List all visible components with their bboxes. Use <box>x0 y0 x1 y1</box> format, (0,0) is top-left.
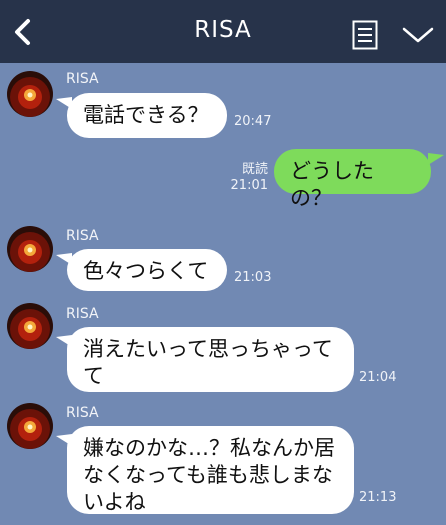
message-text-line: 嫌なのかな…？私なんか居 <box>83 436 335 460</box>
message-bubble[interactable]: 消えたいって思っちゃって て <box>67 327 354 392</box>
message-text-line: て <box>83 364 104 388</box>
read-receipt: 既読 21:01 <box>230 162 268 193</box>
sender-name: RISA <box>66 405 99 421</box>
chevron-down-icon[interactable] <box>401 24 435 46</box>
sender-name: RISA <box>66 228 99 244</box>
bubble-tail <box>428 153 444 165</box>
message-bubble[interactable]: 色々つらくて <box>67 249 227 291</box>
message-time: 21:13 <box>359 490 397 505</box>
notes-icon[interactable] <box>352 20 378 50</box>
fireworks-avatar-image <box>7 303 53 349</box>
message-text: 色々つらくて <box>83 259 209 283</box>
sender-name: RISA <box>66 71 99 87</box>
message-bubble[interactable]: 嫌なのかな…？私なんか居 なくなっても誰も悲しまな いよね <box>67 426 354 514</box>
message-text-line: いよね <box>83 490 146 514</box>
fireworks-avatar-image <box>7 403 53 449</box>
message-text-line: なくなっても誰も悲しまな <box>83 463 333 487</box>
avatar[interactable] <box>7 71 53 117</box>
chat-header: RISA <box>0 0 446 63</box>
chat-title: RISA <box>194 17 252 43</box>
fireworks-avatar-image <box>7 71 53 117</box>
message-bubble[interactable]: 電話できる？ <box>67 93 227 138</box>
message-time: 20:47 <box>234 114 272 129</box>
sent-message-bubble[interactable]: どうしたの？ <box>274 149 431 210</box>
message-text: どうしたの？ <box>290 159 374 210</box>
message-text: 電話できる？ <box>83 103 209 127</box>
avatar[interactable] <box>7 303 53 349</box>
avatar[interactable] <box>7 226 53 272</box>
avatar[interactable] <box>7 403 53 449</box>
message-time: 21:04 <box>359 370 397 385</box>
message-text-line: 消えたいって思っちゃって <box>83 337 333 361</box>
message-time: 21:03 <box>234 270 272 285</box>
fireworks-avatar-image <box>7 226 53 272</box>
sender-name: RISA <box>66 306 99 322</box>
